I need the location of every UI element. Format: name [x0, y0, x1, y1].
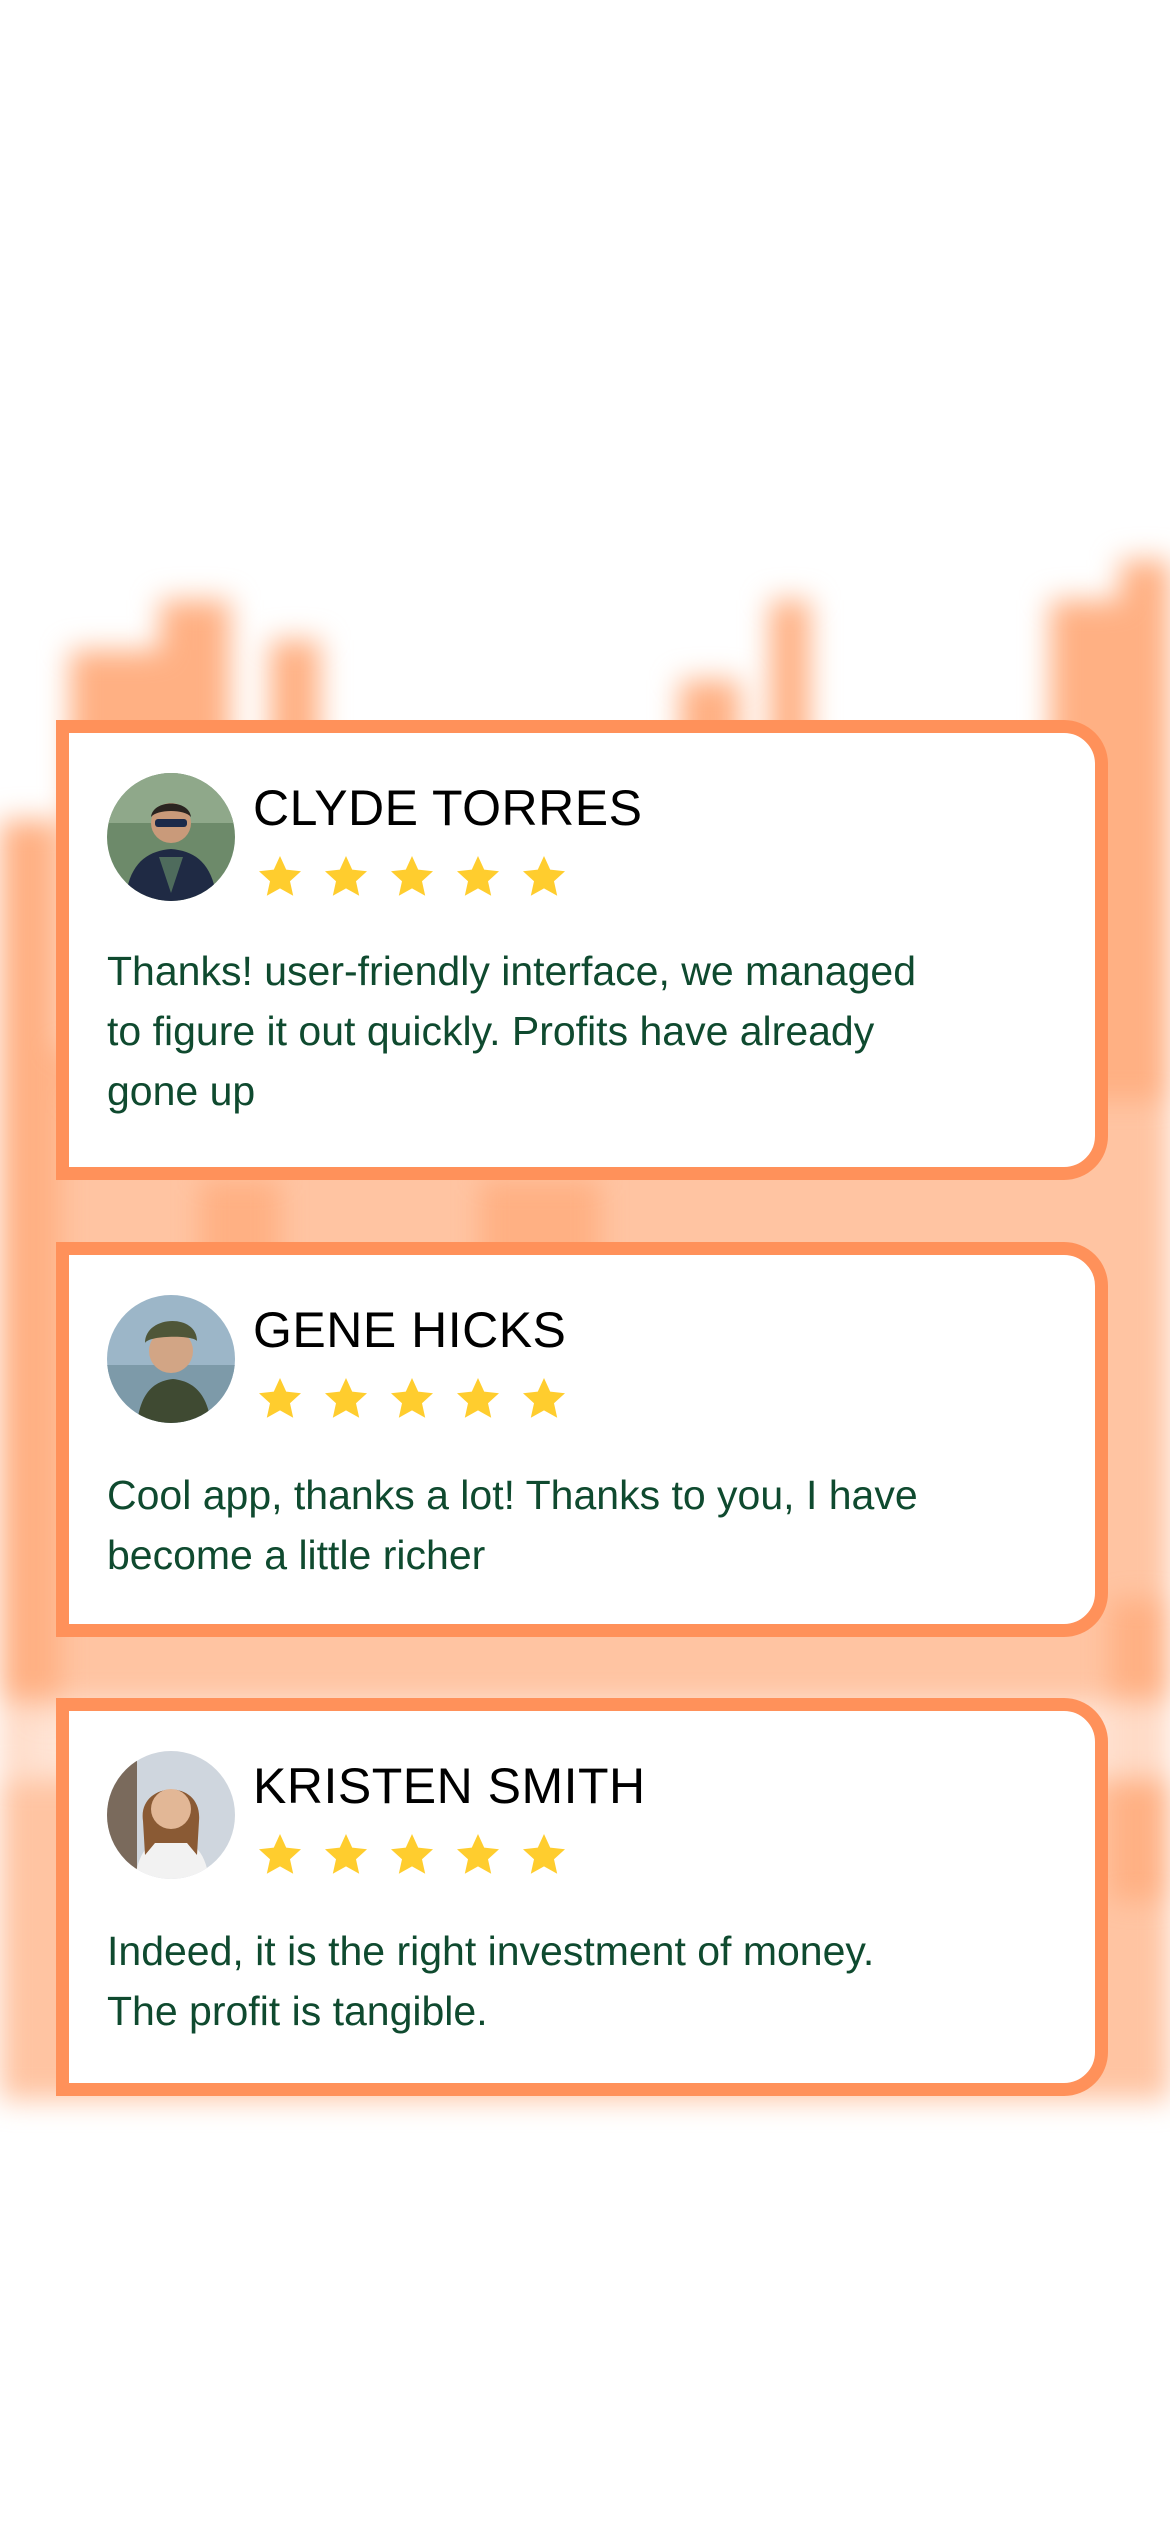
review-card: CLYDE TORRES Thanks! user-friendly inter…: [56, 720, 1108, 1180]
star-icon: [259, 1378, 301, 1418]
review-card: GENE HICKS Cool app, thanks a lot! Thank…: [56, 1242, 1108, 1637]
avatar: [107, 1751, 235, 1879]
star-icon: [391, 1378, 433, 1418]
review-text: Thanks! user-friendly interface, we mana…: [107, 948, 917, 1114]
avatar-photo-icon: [107, 1295, 235, 1423]
star-icon: [259, 856, 301, 896]
reviewer-name: GENE HICKS: [253, 1302, 567, 1358]
star-icon: [523, 1378, 565, 1418]
review-text: Indeed, it is the right investment of mo…: [107, 1928, 875, 2034]
rating-stars: [255, 853, 569, 901]
avatar-photo-icon: [107, 1751, 235, 1879]
rating-stars: [255, 1831, 569, 1879]
star-icon: [457, 1378, 499, 1418]
star-icon: [325, 856, 367, 896]
star-icon: [523, 1834, 565, 1874]
avatar: [107, 773, 235, 901]
star-icon: [325, 1378, 367, 1418]
rating-stars: [255, 1375, 569, 1423]
star-icon: [391, 1834, 433, 1874]
reviewer-name: CLYDE TORRES: [253, 780, 643, 836]
reviewer-name: KRISTEN SMITH: [253, 1758, 646, 1814]
avatar: [107, 1295, 235, 1423]
star-icon: [391, 856, 433, 896]
review-card: KRISTEN SMITH Indeed, it is the right in…: [56, 1698, 1108, 2096]
star-icon: [259, 1834, 301, 1874]
star-icon: [325, 1834, 367, 1874]
star-icon: [457, 856, 499, 896]
star-icon: [457, 1834, 499, 1874]
review-text: Cool app, thanks a lot! Thanks to you, I…: [107, 1472, 918, 1578]
star-icon: [523, 856, 565, 896]
avatar-photo-icon: [107, 773, 235, 901]
